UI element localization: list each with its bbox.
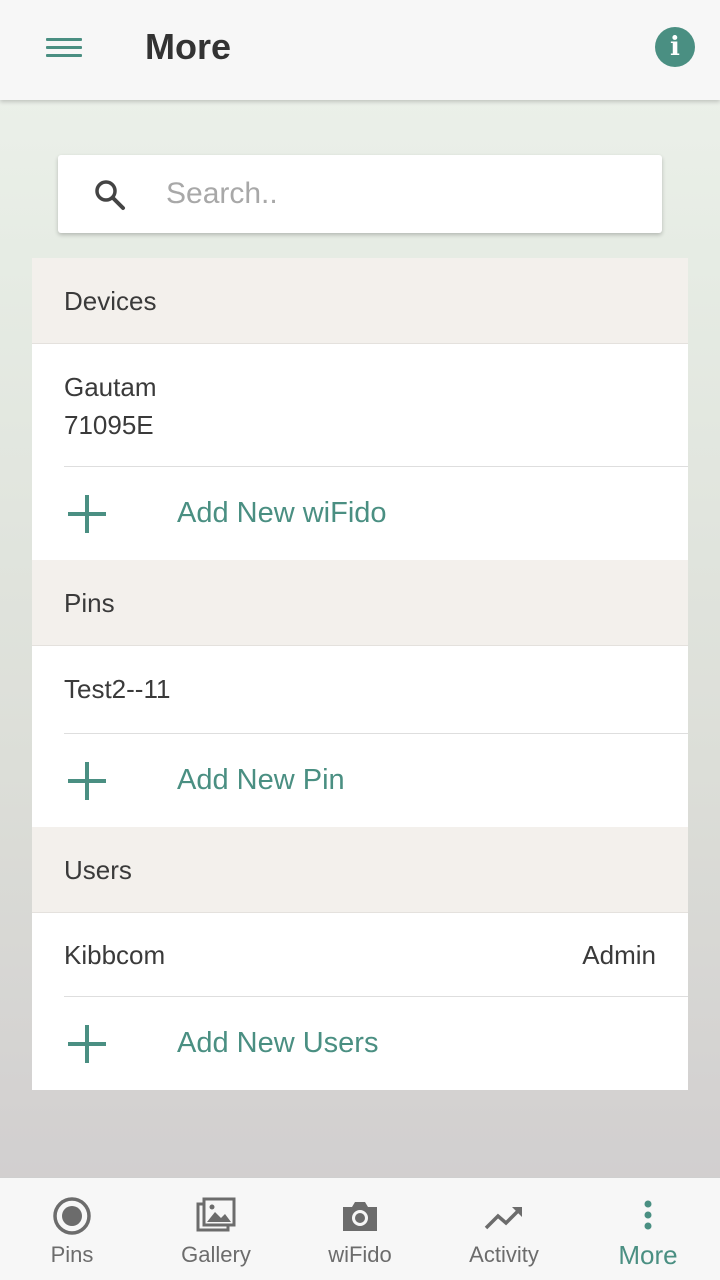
user-role: Admin	[582, 940, 656, 970]
menu-line	[46, 46, 82, 49]
nav-item-more[interactable]: More	[576, 1178, 720, 1280]
nav-item-wifido[interactable]: wiFido	[288, 1178, 432, 1280]
nav-label-activity: Activity	[469, 1242, 539, 1267]
gallery-icon	[196, 1197, 236, 1232]
user-row[interactable]: Kibbcom Admin	[32, 913, 688, 997]
settings-list: Devices Gautam 71095E Add New wiFido Pin…	[32, 258, 688, 1090]
device-name: Gautam	[64, 372, 157, 402]
add-new-pin-button[interactable]: Add New Pin	[32, 734, 688, 827]
more-vertical-icon	[644, 1200, 652, 1230]
add-new-pin-label: Add New Pin	[177, 764, 345, 796]
add-new-wifido-button[interactable]: Add New wiFido	[32, 467, 688, 560]
radio-target-icon	[53, 1197, 91, 1235]
page-title: More	[145, 26, 232, 67]
trending-up-icon	[484, 1207, 522, 1230]
add-new-users-button[interactable]: Add New Users	[32, 997, 688, 1090]
nav-item-gallery[interactable]: Gallery	[144, 1178, 288, 1280]
device-id: 71095E	[64, 410, 154, 440]
nav-item-activity[interactable]: Activity	[432, 1178, 576, 1280]
app-bar: More i	[0, 0, 720, 100]
plus-icon	[68, 1025, 106, 1063]
add-new-wifido-label: Add New wiFido	[177, 497, 387, 529]
user-name: Kibbcom	[64, 940, 166, 970]
nav-label-pins: Pins	[50, 1242, 94, 1267]
nav-item-pins[interactable]: Pins	[0, 1178, 144, 1280]
hamburger-menu-icon[interactable]	[36, 28, 92, 68]
pin-name: Test2--11	[64, 674, 171, 704]
section-header-users: Users	[32, 827, 688, 913]
search-input[interactable]	[166, 169, 636, 219]
nav-label-gallery: Gallery	[181, 1242, 251, 1267]
camera-icon	[343, 1202, 377, 1231]
search-bar[interactable]	[58, 155, 662, 233]
menu-line	[46, 54, 82, 57]
section-header-devices: Devices	[32, 258, 688, 344]
nav-label-more: More	[618, 1240, 678, 1270]
section-header-pins: Pins	[32, 560, 688, 646]
pin-row[interactable]: Test2--11	[32, 646, 688, 734]
nav-label-wifido: wiFido	[328, 1242, 392, 1267]
device-row[interactable]: Gautam 71095E	[32, 344, 688, 467]
info-icon[interactable]: i	[655, 27, 695, 67]
search-icon	[95, 180, 125, 210]
add-new-users-label: Add New Users	[177, 1027, 379, 1059]
menu-line	[46, 38, 82, 41]
plus-icon	[68, 495, 106, 533]
plus-icon	[68, 762, 106, 800]
bottom-nav: Pins Gallery wiFido Activity More	[0, 1177, 720, 1280]
